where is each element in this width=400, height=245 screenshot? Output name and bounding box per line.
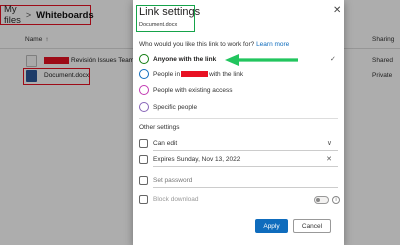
section-divider (139, 118, 338, 119)
learn-more-link[interactable]: Learn more (256, 41, 289, 48)
password-placeholder: Set password (153, 177, 193, 184)
block-download-toggle[interactable] (314, 196, 329, 204)
other-settings-heading: Other settings (139, 124, 180, 131)
permission-dropdown[interactable]: Can edit ∨ (139, 137, 338, 151)
link-settings-dialog: Link settings Document.docx ✕ Who would … (133, 0, 344, 245)
group-icon (139, 85, 149, 95)
option-label: Specific people (153, 104, 198, 111)
globe-icon (139, 54, 149, 64)
option-label: People in with the link (153, 71, 244, 78)
field-underline (153, 150, 338, 151)
field-underline (153, 187, 338, 188)
person-icon (139, 102, 149, 112)
option-label: Anyone with the link (153, 56, 217, 63)
field-underline (153, 166, 338, 167)
option-people-in-org[interactable]: People in with the link (133, 68, 344, 84)
info-icon[interactable]: i (332, 196, 340, 204)
cancel-button[interactable]: Cancel (293, 219, 331, 233)
close-icon[interactable]: ✕ (333, 6, 341, 16)
apply-button[interactable]: Apply (255, 219, 288, 233)
expires-text: Expires Sunday, Nov 13, 2022 (153, 156, 241, 163)
option-specific-people[interactable]: Specific people (133, 101, 344, 117)
annotation-arrow-icon (225, 54, 298, 66)
toggle-knob (316, 198, 320, 202)
block-download-label: Block download (153, 196, 199, 203)
permission-value: Can edit (153, 140, 178, 147)
redaction-mark (181, 71, 209, 78)
dialog-title: Link settings (139, 6, 201, 18)
org-icon (139, 69, 149, 79)
expiration-date-field[interactable]: Expires Sunday, Nov 13, 2022 ✕ (139, 153, 338, 167)
clear-date-icon[interactable]: ✕ (326, 155, 332, 163)
dialog-subtitle: Document.docx (139, 22, 178, 28)
block-download-setting: Block download i (139, 193, 340, 207)
password-field[interactable]: Set password (139, 174, 338, 188)
audience-question: Who would you like this link to work for… (139, 41, 290, 48)
option-label: People with existing access (153, 87, 233, 94)
lock-icon (139, 176, 148, 185)
block-download-icon (139, 195, 148, 204)
pencil-icon (139, 139, 148, 148)
chevron-down-icon: ∨ (326, 140, 332, 147)
option-existing-access[interactable]: People with existing access (133, 84, 344, 100)
check-icon: ✓ (330, 56, 336, 63)
calendar-icon (139, 155, 148, 164)
